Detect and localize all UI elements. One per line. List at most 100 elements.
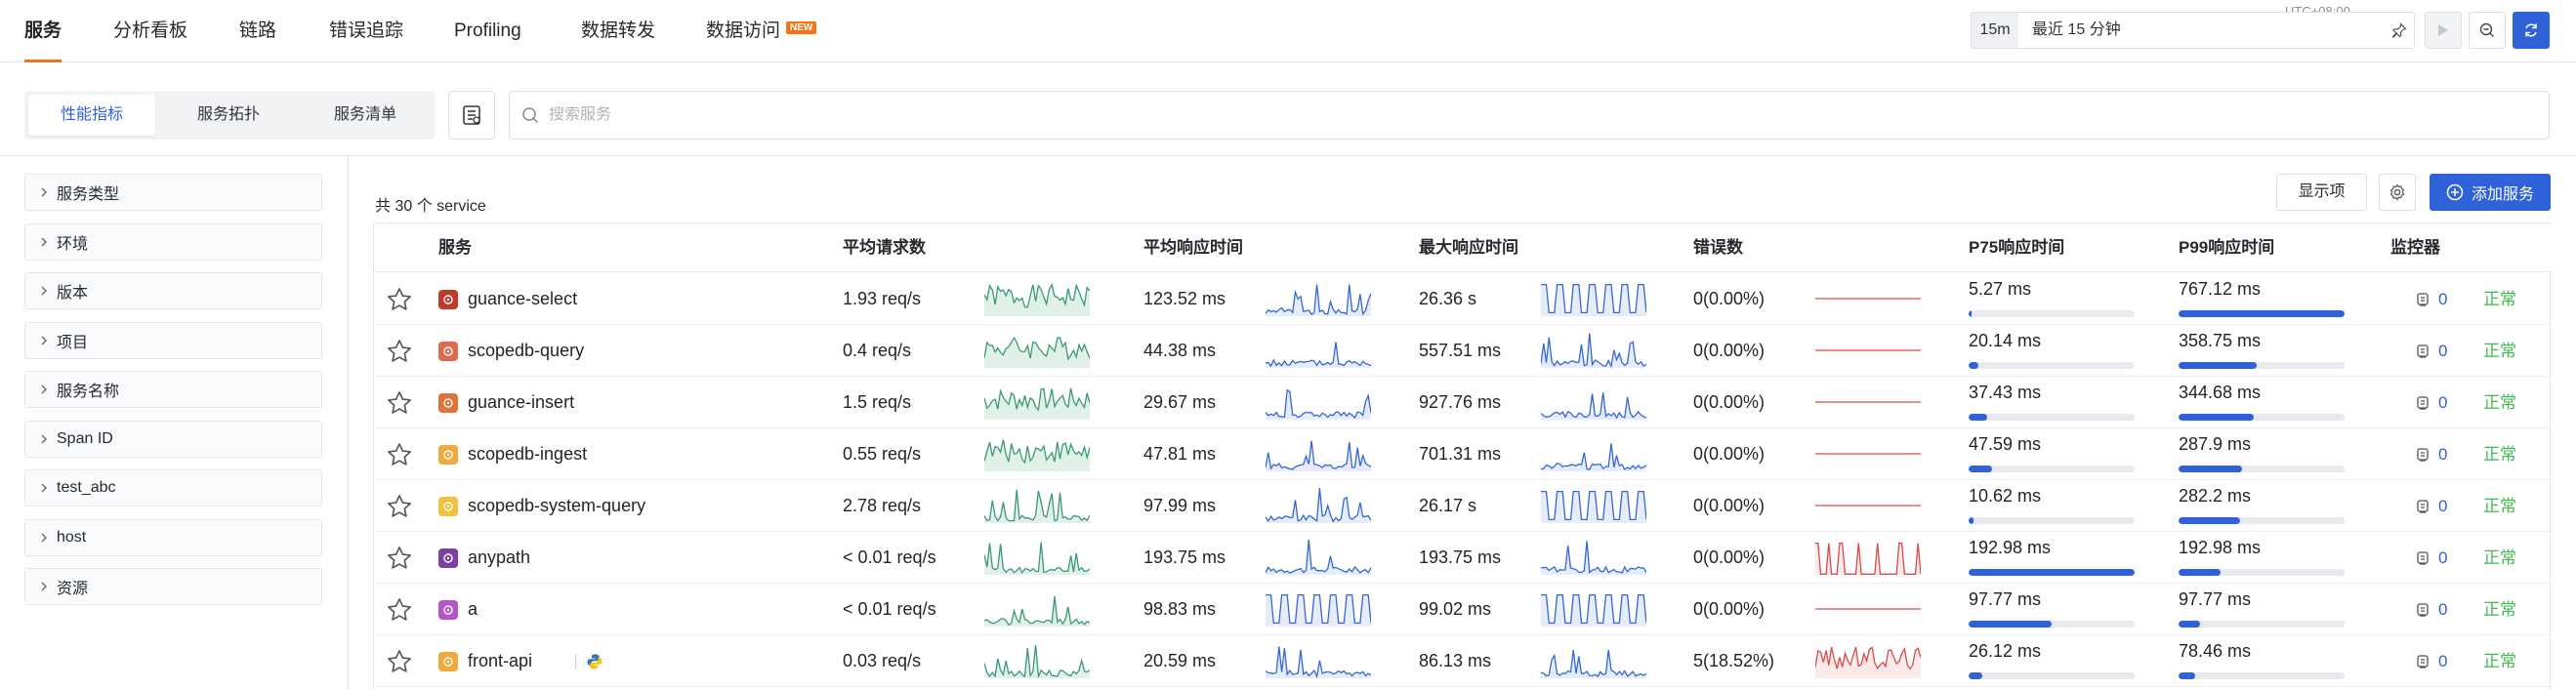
monitor-cell[interactable]: 0 [2415, 635, 2447, 687]
col-monitor[interactable]: 监控器 [2390, 223, 2440, 272]
segment-topology[interactable]: 服务拓扑 [165, 95, 292, 136]
error-count: 5(18.52%) [1693, 651, 1775, 670]
avg-requests: 0.55 req/s [843, 444, 922, 464]
col-service[interactable]: 服务 [438, 223, 472, 272]
tab-dashboards[interactable]: 分析看板 [113, 0, 187, 62]
monitor-count[interactable]: 0 [2438, 290, 2447, 309]
segment-performance[interactable]: 性能指标 [28, 95, 155, 136]
sparkline [1815, 349, 1921, 351]
monitor-cell[interactable]: 0 [2415, 325, 2447, 377]
star-icon[interactable] [386, 493, 413, 520]
service-name[interactable]: scopedb-ingest [468, 428, 587, 480]
table-row[interactable]: guance-select 1.93 req/s 123.52 ms 26.36 s 0… [374, 273, 2552, 325]
tab-profiling[interactable]: Profiling [454, 0, 521, 62]
star-icon[interactable] [386, 596, 413, 624]
monitor-count[interactable]: 0 [2438, 652, 2447, 671]
service-type-icon [438, 393, 458, 413]
table-row[interactable]: guance-insert 1.5 req/s 29.67 ms 927.76 ms 0… [374, 377, 2552, 428]
col-max-response[interactable]: 最大响应时间 [1419, 223, 1518, 272]
table-row[interactable]: scopedb-query 0.4 req/s 44.38 ms 557.51 ms 0… [374, 325, 2552, 377]
monitor-cell[interactable]: 0 [2415, 428, 2447, 480]
facet-resource[interactable]: 资源 [24, 568, 322, 605]
p99-bar [2179, 362, 2345, 369]
table-row[interactable]: scopedb-system-query 2.78 req/s 97.99 ms 26… [374, 480, 2552, 532]
star-icon[interactable] [386, 389, 413, 417]
monitor-count[interactable]: 0 [2438, 393, 2447, 413]
zoom-out-button[interactable] [2469, 12, 2506, 49]
chevron-right-icon [39, 533, 49, 543]
monitor-count[interactable]: 0 [2438, 497, 2447, 516]
tab-services[interactable]: 服务 [24, 0, 62, 62]
col-avg-response[interactable]: 平均响应时间 [1143, 223, 1243, 272]
service-type-icon [438, 548, 458, 568]
service-name[interactable]: guance-select [468, 273, 577, 325]
tab-data-access[interactable]: 数据访问 NEW [706, 0, 817, 62]
facet-test-abc[interactable]: test_abc [24, 469, 322, 507]
col-p75[interactable]: P75响应时间 [1969, 223, 2064, 272]
settings-button[interactable] [2379, 174, 2416, 211]
p75-bar-fill [1969, 362, 1979, 369]
star-icon[interactable] [386, 338, 413, 365]
chevron-right-icon [39, 286, 49, 296]
monitor-count[interactable]: 0 [2438, 600, 2447, 620]
monitor-icon [2417, 499, 2429, 513]
tab-error-tracking[interactable]: 错误追踪 [329, 0, 403, 62]
facet-service-name[interactable]: 服务名称 [24, 371, 322, 408]
col-errors[interactable]: 错误数 [1693, 223, 1743, 272]
tab-traces[interactable]: 链路 [239, 0, 276, 62]
col-p99[interactable]: P99响应时间 [2179, 223, 2274, 272]
sparkline [1541, 593, 1646, 627]
service-name[interactable]: anypath [468, 532, 530, 584]
monitor-icon [2417, 550, 2429, 565]
refresh-button[interactable] [2513, 12, 2550, 49]
sparkline [1815, 542, 1921, 575]
monitor-cell[interactable]: 0 [2415, 377, 2447, 428]
facet-host[interactable]: host [24, 519, 322, 556]
table-row[interactable]: anypath < 0.01 req/s 193.75 ms 193.75 ms 0(0… [374, 532, 2552, 584]
col-avg-requests[interactable]: 平均请求数 [843, 223, 926, 272]
monitor-count[interactable]: 0 [2438, 445, 2447, 465]
facet-span-id[interactable]: Span ID [24, 421, 322, 458]
search-box[interactable] [509, 91, 2550, 140]
table-row[interactable]: front-api 0.03 req/s 20.59 ms 86.13 ms 5(18.… [374, 635, 2552, 687]
monitor-cell[interactable]: 0 [2415, 584, 2447, 635]
star-icon[interactable] [386, 441, 413, 468]
service-name[interactable]: scopedb-system-query [468, 480, 645, 532]
add-service-button[interactable]: 添加服务 [2430, 174, 2551, 211]
play-icon [2438, 24, 2448, 36]
facet-service-type[interactable]: 服务类型 [24, 174, 322, 211]
pin-icon[interactable] [2385, 13, 2414, 48]
sparkline [984, 644, 1090, 678]
service-name[interactable]: scopedb-query [468, 325, 584, 377]
star-icon[interactable] [386, 545, 413, 572]
p75-bar-fill [1969, 466, 1992, 472]
service-name[interactable]: guance-insert [468, 377, 574, 428]
service-name[interactable]: front-api [468, 635, 532, 687]
monitor-cell[interactable]: 0 [2415, 532, 2447, 584]
table-row[interactable]: scopedb-ingest 0.55 req/s 47.81 ms 701.31 m… [374, 428, 2552, 480]
notes-button[interactable] [448, 91, 495, 140]
star-icon[interactable] [386, 286, 413, 313]
play-button[interactable] [2425, 12, 2462, 49]
segment-inventory[interactable]: 服务清单 [302, 95, 429, 136]
monitor-cell[interactable]: 0 [2415, 480, 2447, 532]
facet-version[interactable]: 版本 [24, 272, 322, 309]
sparkline [1815, 453, 1921, 455]
time-range-label[interactable]: 最近 15 分钟 [2032, 13, 2121, 48]
service-name[interactable]: a [468, 584, 478, 635]
monitor-cell[interactable]: 0 [2415, 273, 2447, 325]
table-header: 服务 平均请求数 平均响应时间 最大响应时间 错误数 P75响应时间 P99响应… [374, 223, 2552, 272]
table-row[interactable]: a < 0.01 req/s 98.83 ms 99.02 ms 0(0.00%) 97.… [374, 584, 2552, 635]
search-input[interactable] [549, 106, 2404, 124]
facet-project[interactable]: 项目 [24, 322, 322, 359]
time-range-picker[interactable]: 15m 最近 15 分钟 [1971, 12, 2415, 49]
monitor-count[interactable]: 0 [2438, 342, 2447, 361]
gear-icon [2389, 183, 2405, 201]
star-icon[interactable] [386, 648, 413, 675]
tab-data-forward[interactable]: 数据转发 [581, 0, 655, 62]
facet-env[interactable]: 环境 [24, 223, 322, 261]
monitor-count[interactable]: 0 [2438, 548, 2447, 568]
time-quick-tag[interactable]: 15m [1972, 13, 2018, 48]
display-columns-button[interactable]: 显示项 [2276, 174, 2367, 211]
p75-value: 10.62 ms [1969, 486, 2042, 506]
